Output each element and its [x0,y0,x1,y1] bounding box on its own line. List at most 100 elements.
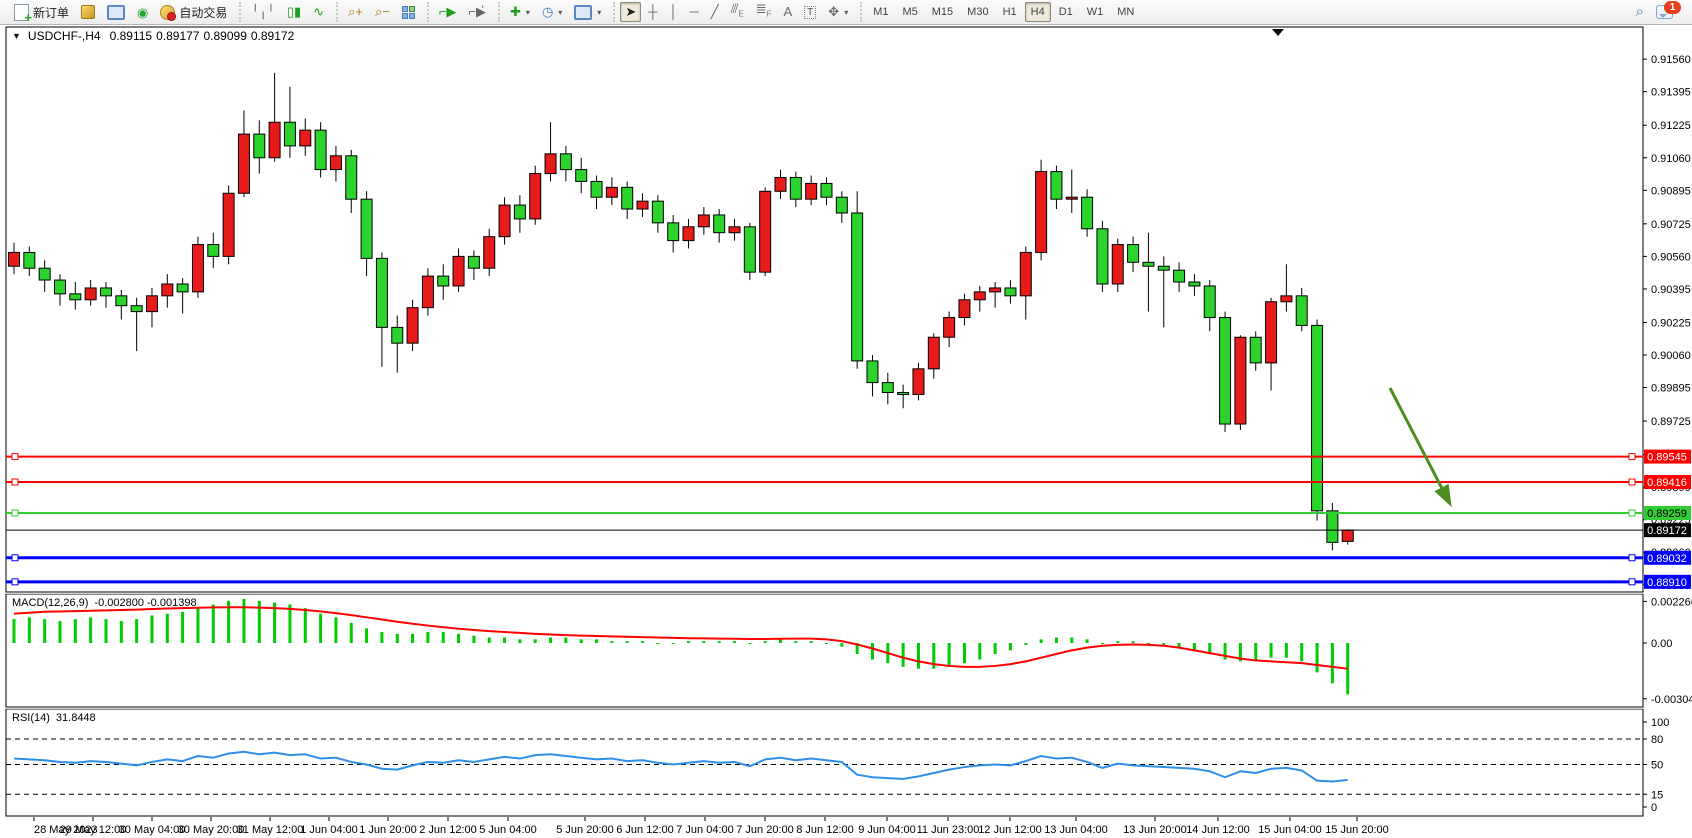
macd-bar [74,619,77,643]
candle-down [1250,337,1261,363]
candle-up [1281,296,1292,302]
macd-bar [89,617,92,643]
search-button[interactable]: ⌕ [1631,2,1649,22]
timeframe-button-M30[interactable]: M30 [961,2,994,22]
macd-bar [1316,643,1319,672]
indicators-icon: ✚ [510,5,521,19]
hline-handle[interactable] [1629,479,1635,485]
new-order-button[interactable]: 新订单 [9,2,74,22]
chart-shift-button[interactable]: ⌐▶̍ [463,2,491,22]
chart-shift-icon: ⌐▶̍ [468,5,486,19]
chevron-down-icon: ▾ [558,8,562,17]
hline-handle[interactable] [1629,454,1635,460]
timeframe-button-W1[interactable]: W1 [1081,2,1110,22]
trendline-button[interactable]: ╱ [706,2,724,22]
hline-handle[interactable] [12,479,18,485]
candle-down [392,327,403,343]
tile-windows-button[interactable] [397,2,420,22]
timeframe-button-M1[interactable]: M1 [867,2,894,22]
market-watch-button[interactable] [102,2,130,22]
cursor-button[interactable]: ➤ [620,2,641,22]
timeframe-button-D1[interactable]: D1 [1053,2,1079,22]
macd-bar [1055,637,1058,643]
line-chart-button[interactable]: ∿ [308,2,329,22]
arrows-tool-button[interactable]: ✥▾ [823,2,853,22]
candle-down [1082,197,1093,229]
macd-bar [948,643,951,667]
trendline-icon: ╱ [711,5,719,19]
hline-handle[interactable] [12,579,18,585]
macd-bar [840,643,843,647]
text-tool-button[interactable]: A [779,2,798,22]
trading-terminal-window: 新订单 ◉ 自动交易 ╵╷╵ ▯▮ ∿ ⌕+ ⌕− ⌐▶ ⌐▶̍ ✚▾ ◷▾ [0,0,1692,838]
bar-chart-icon: ╵╷╵ [251,5,274,19]
hline-handle[interactable] [1629,510,1635,516]
hline-handle[interactable] [12,510,18,516]
timeframe-button-H1[interactable]: H1 [997,2,1023,22]
arrows-icon: ✥ [828,5,839,19]
pane-resize-handle[interactable] [5,593,1644,594]
hline-handle[interactable] [1629,555,1635,561]
candle-down [1005,288,1016,296]
tile-windows-icon [402,6,415,19]
timeframe-button-MN[interactable]: MN [1111,2,1140,22]
candle-down [208,245,219,257]
bar-chart-button[interactable]: ╵╷╵ [246,2,279,22]
macd-bar [626,641,629,643]
macd-bar [794,641,797,643]
macd-bar [1254,643,1257,660]
macd-bar [994,643,997,654]
candle-down [1174,270,1185,282]
price-axis[interactable] [1643,27,1692,816]
candle-up [238,134,249,193]
candle-up [453,256,464,286]
zoom-in-button[interactable]: ⌕+ [343,2,368,22]
equidistant-channel-button[interactable]: ⫻E [726,2,749,22]
macd-bar [610,641,613,643]
candle-up [944,318,955,338]
hline-handle[interactable] [12,555,18,561]
periods-button[interactable]: ◷▾ [537,2,567,22]
macd-bar [1070,637,1073,643]
pane-resize-handle[interactable] [5,708,1644,709]
monitor-icon [107,5,125,20]
candle-up [1066,197,1077,199]
auto-scroll-button[interactable]: ⌐▶ [434,2,462,22]
hline-handle[interactable] [1629,579,1635,585]
fibonacci-button[interactable]: ≣F [751,2,777,22]
signal-icon: ◉ [137,6,148,19]
collapse-triangle-icon[interactable]: ▼ [12,31,21,41]
notifications-button[interactable]: 1 [1651,2,1678,22]
candle-up [1342,530,1353,541]
candle-down [1189,282,1200,286]
candle-up [192,245,203,292]
main-pane [6,27,1643,592]
indicators-button[interactable]: ✚▾ [505,2,535,22]
candle-down [284,122,295,146]
candle-down [1143,262,1154,266]
autotrading-button[interactable]: 自动交易 [155,2,232,22]
macd-bar [1132,641,1135,643]
candle-up [85,288,96,300]
vertical-line-button[interactable]: │ [664,2,682,22]
hline-handle[interactable] [12,454,18,460]
templates-button[interactable]: ▾ [569,2,606,22]
timeframe-button-M15[interactable]: M15 [926,2,959,22]
timeframe-button-H4[interactable]: H4 [1025,2,1051,22]
macd-bar [518,639,521,643]
macd-bar [288,604,291,643]
toolbox-button[interactable] [76,2,100,22]
candle-down [1051,172,1062,200]
time-axis[interactable] [6,818,1643,838]
clock-icon: ◷ [542,5,553,19]
crosshair-button[interactable]: ┼ [643,2,662,22]
zoom-out-button[interactable]: ⌕− [370,2,395,22]
horizontal-line-button[interactable]: ─ [685,2,704,22]
candlestick-chart-button[interactable]: ▯▮ [282,2,306,22]
text-label-button[interactable]: T [799,2,821,22]
vertical-line-icon: │ [669,5,677,19]
signals-button[interactable]: ◉ [132,2,153,22]
macd-bar [1024,643,1027,645]
candle-down [1204,286,1215,318]
timeframe-button-M5[interactable]: M5 [896,2,923,22]
